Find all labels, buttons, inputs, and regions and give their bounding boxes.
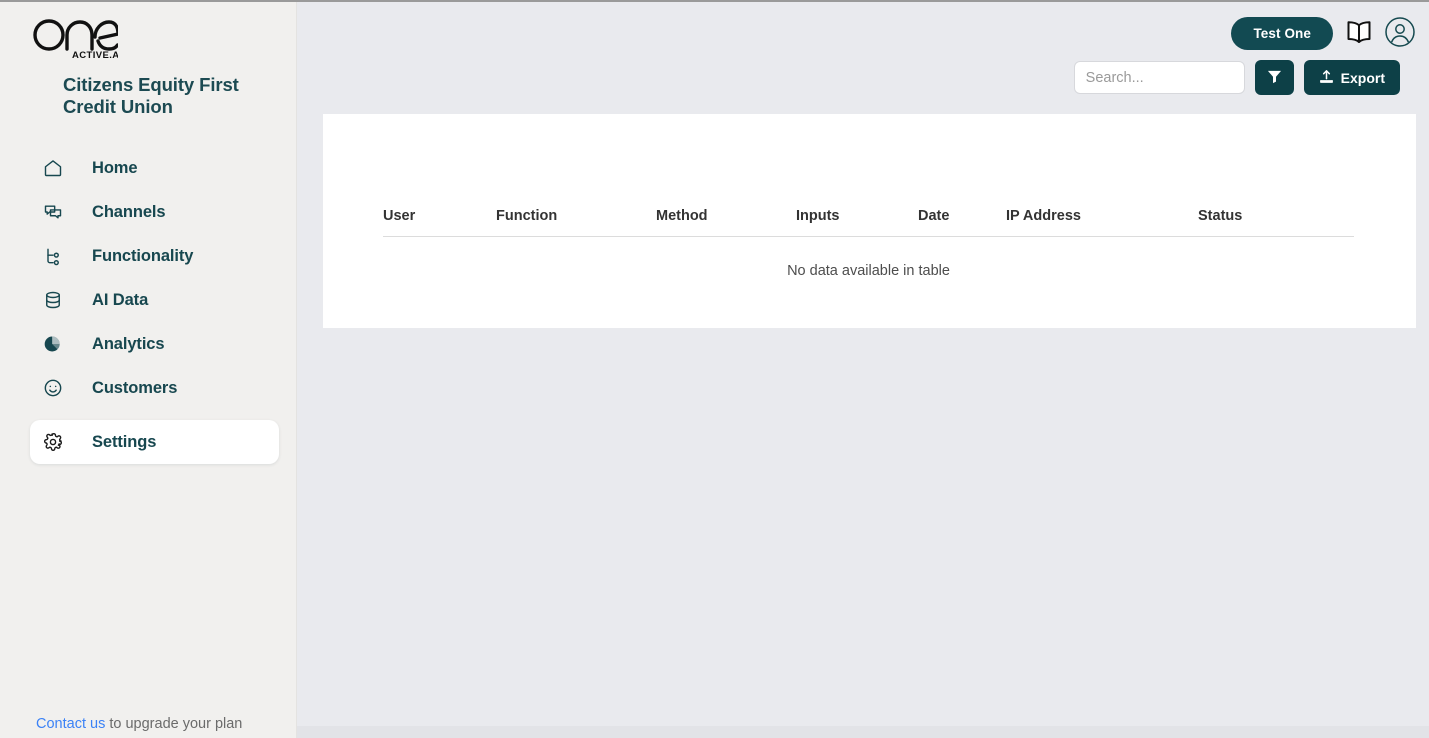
sidebar-item-label: Analytics [92,334,165,353]
one-activeai-logo: ACTIVE.Ai [32,16,118,60]
search-input[interactable] [1073,61,1245,94]
audit-log-table: User Function Method Inputs Date IP Addr… [383,114,1354,279]
user-button[interactable]: Test One [1231,16,1333,50]
table-header-row: User Function Method Inputs Date IP Addr… [383,114,1354,237]
svg-text:ACTIVE.Ai: ACTIVE.Ai [72,50,118,60]
empty-state-message: No data available in table [787,263,950,279]
sidebar-item-functionality[interactable]: Functionality [30,234,280,278]
app-root: ACTIVE.Ai Citizens Equity First Credit U… [0,2,1429,738]
column-header-method[interactable]: Method [656,114,796,237]
column-header-function[interactable]: Function [496,114,656,237]
nav-gap [0,410,288,420]
column-header-user[interactable]: User [383,114,496,237]
sidebar-item-label: Channels [92,202,166,221]
contact-us-link[interactable]: Contact us [36,716,105,732]
upgrade-plan-footer: Contact us to upgrade your plan [36,716,242,732]
git-branch-icon [42,245,64,267]
sidebar: ACTIVE.Ai Citizens Equity First Credit U… [0,2,297,738]
sidebar-item-ai-data[interactable]: AI Data [30,278,280,322]
funnel-filter-icon [1267,69,1282,87]
table-body: No data available in table [383,237,1354,279]
filter-button[interactable] [1254,60,1294,95]
main-content: Test One Search... Export User Function … [297,2,1429,738]
table-container: User Function Method Inputs Date IP Addr… [383,114,1354,279]
sidebar-item-label: Functionality [92,246,194,265]
brand-block: ACTIVE.Ai Citizens Equity First Credit U… [0,2,296,118]
sidebar-item-label: Customers [92,378,178,397]
pie-chart-icon [42,333,64,355]
table-empty-row: No data available in table [383,237,1354,279]
bottom-strip [297,726,1429,738]
sidebar-item-settings[interactable]: Settings [30,420,279,464]
table-head: User Function Method Inputs Date IP Addr… [383,114,1354,237]
book-icon-button[interactable] [1345,19,1373,48]
upgrade-plan-text: to upgrade your plan [105,716,243,732]
avatar-button[interactable] [1385,16,1415,50]
sidebar-item-analytics[interactable]: Analytics [30,322,280,366]
database-icon [42,289,64,311]
sidebar-item-home[interactable]: Home [30,146,280,190]
organization-name: Citizens Equity First Credit Union [63,74,239,117]
book-icon [1345,19,1373,48]
top-hairline [0,0,1429,2]
export-button-label: Export [1340,69,1385,86]
upload-export-icon [1319,69,1334,87]
column-header-status[interactable]: Status [1198,114,1354,237]
export-button[interactable]: Export [1303,60,1400,95]
gear-icon [42,431,64,453]
smiley-icon [42,377,64,399]
top-header: Test One [297,2,1429,64]
column-header-inputs[interactable]: Inputs [796,114,918,237]
home-icon [42,157,64,179]
column-header-date[interactable]: Date [918,114,1006,237]
user-avatar-icon [1385,16,1415,50]
sidebar-item-label: Settings [92,432,157,451]
sidebar-item-channels[interactable]: Channels [30,190,280,234]
audit-log-card: User Function Method Inputs Date IP Addr… [323,114,1416,328]
sidebar-item-label: Home [92,158,138,177]
column-header-ip[interactable]: IP Address [1006,114,1198,237]
table-toolbar: Export [297,60,1429,95]
sidebar-item-customers[interactable]: Customers [30,366,280,410]
sidebar-item-label: AI Data [92,290,149,309]
sidebar-nav: Home Channels Functionality AI Data Anal… [0,146,296,464]
chat-bubbles-icon [42,201,64,223]
